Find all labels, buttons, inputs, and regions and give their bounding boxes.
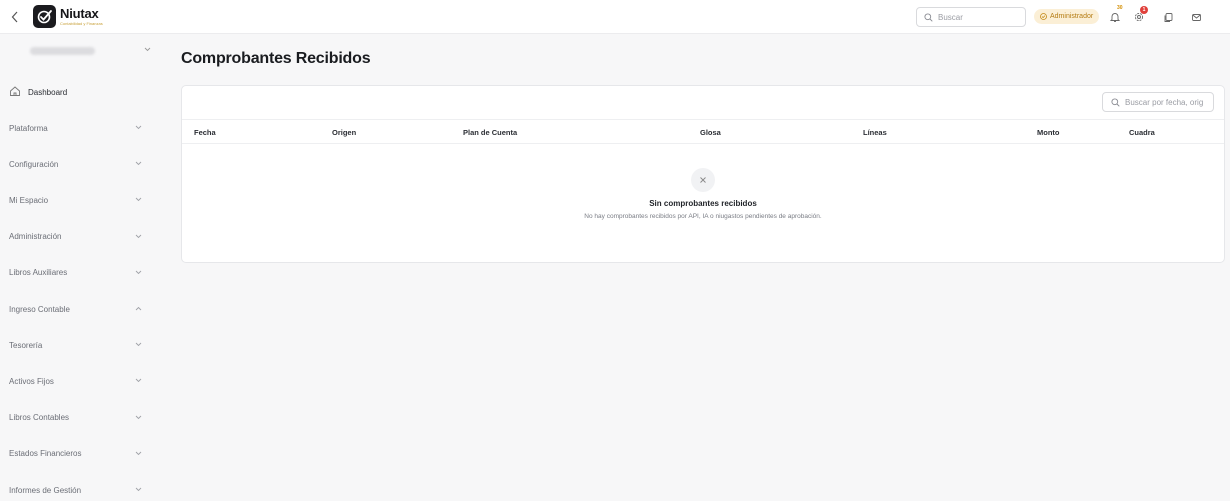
table-header: Fecha Origen Plan de Cuenta Glosa Líneas…: [182, 119, 1224, 144]
chevron-down-icon: [135, 198, 142, 202]
notifications-count: 30: [1117, 5, 1123, 11]
apps-button[interactable]: [1161, 10, 1175, 24]
column-header-monto[interactable]: Monto: [1037, 128, 1060, 137]
chevron-down-icon: [135, 125, 142, 130]
logo-mark-icon: [33, 5, 56, 28]
sidebar-item-ingreso-contable[interactable]: Ingreso Contable: [0, 297, 160, 321]
brand-name: Niutax: [60, 6, 99, 21]
empty-state-title: Sin comprobantes recibidos: [649, 199, 757, 208]
sidebar-item-label: Tesorería: [9, 340, 43, 350]
column-header-origen[interactable]: Origen: [332, 128, 356, 137]
sidebar-item-administracion[interactable]: Administración: [0, 225, 160, 249]
sidebar-item-label: Informes de Gestión: [9, 485, 82, 495]
sidebar-item-label: Libros Auxiliares: [9, 268, 68, 278]
sidebar-item-label: Configuración: [9, 159, 59, 169]
close-icon: [700, 177, 706, 183]
search-icon: [924, 12, 933, 22]
messages-button[interactable]: [1189, 10, 1203, 24]
back-button[interactable]: [8, 9, 22, 25]
search-icon: [1111, 97, 1120, 107]
page-title: Comprobantes Recibidos: [181, 50, 371, 67]
chevron-down-icon: [135, 234, 142, 238]
chevron-down-icon: [135, 161, 142, 166]
chevron-down-icon: [135, 379, 142, 383]
sidebar-item-estados-financieros[interactable]: Estados Financieros: [0, 442, 160, 466]
sidebar-item-informes-de-gestion[interactable]: Informes de Gestión: [0, 478, 160, 501]
table-search-input[interactable]: [1125, 97, 1205, 107]
sidebar-item-label: Libros Contables: [9, 413, 70, 423]
chevron-down-icon: [135, 270, 142, 274]
home-icon: [10, 86, 20, 96]
chevron-down-icon: [135, 487, 142, 492]
sidebar-item-label: Activos Fijos: [9, 376, 54, 386]
organization-selector[interactable]: [0, 34, 160, 68]
notifications-button[interactable]: 30: [1108, 6, 1123, 24]
sidebar: Dashboard Plataforma Configuración Mi Espa…: [0, 34, 160, 501]
sidebar-item-activos-fijos[interactable]: Activos Fijos: [0, 369, 160, 393]
brand-logo[interactable]: Niutax Contabilidad y Finanzas: [33, 5, 103, 28]
column-header-fecha[interactable]: Fecha: [194, 128, 216, 137]
top-bar: Niutax Contabilidad y Finanzas Administr…: [0, 0, 1230, 34]
settings-alert-count: 1: [1140, 6, 1148, 14]
sidebar-item-configuracion[interactable]: Configuración: [0, 152, 160, 176]
shield-check-icon: [1040, 13, 1047, 20]
sidebar-item-label: Plataforma: [9, 123, 48, 133]
copy-icon: [1164, 12, 1172, 22]
table-search[interactable]: [1102, 92, 1214, 112]
empty-state-description: No hay comprobantes recibidos por API, I…: [584, 213, 822, 220]
sidebar-item-plataforma[interactable]: Plataforma: [0, 116, 160, 140]
sidebar-item-label: Ingreso Contable: [9, 304, 70, 314]
column-header-plan-de-cuenta[interactable]: Plan de Cuenta: [463, 128, 517, 137]
sidebar-item-libros-contables[interactable]: Libros Contables: [0, 406, 160, 430]
sidebar-item-libros-auxiliares[interactable]: Libros Auxiliares: [0, 261, 160, 285]
chevron-up-icon: [135, 306, 142, 311]
column-header-glosa[interactable]: Glosa: [700, 128, 721, 137]
sidebar-item-label: Administración: [9, 232, 62, 242]
chevron-down-icon: [144, 47, 151, 52]
empty-state: Sin comprobantes recibidos No hay compro…: [182, 168, 1224, 222]
settings-alerts-button[interactable]: 1: [1132, 6, 1148, 24]
mail-icon: [1191, 13, 1201, 21]
global-search[interactable]: [916, 7, 1026, 27]
brand-tagline: Contabilidad y Finanzas: [60, 21, 103, 26]
global-search-input[interactable]: [938, 12, 1018, 22]
organization-name-redacted: [30, 47, 95, 55]
chevron-down-icon: [135, 342, 142, 347]
role-label: Administrador: [1050, 13, 1094, 20]
column-header-cuadra[interactable]: Cuadra: [1129, 128, 1155, 137]
sidebar-item-dashboard[interactable]: Dashboard: [0, 80, 160, 104]
chevron-left-icon: [11, 11, 18, 23]
column-header-lineas[interactable]: Líneas: [863, 128, 887, 137]
chevron-down-icon: [135, 451, 142, 455]
sidebar-item-label: Estados Financieros: [9, 449, 82, 459]
chevron-down-icon: [135, 415, 142, 419]
sidebar-item-label: Dashboard: [28, 87, 68, 97]
receipts-table-card: Fecha Origen Plan de Cuenta Glosa Líneas…: [181, 85, 1225, 263]
sidebar-item-tesoreria[interactable]: Tesorería: [0, 333, 160, 357]
empty-state-icon: [691, 168, 715, 192]
sidebar-item-mi-espacio[interactable]: Mi Espacio: [0, 188, 160, 212]
role-badge[interactable]: Administrador: [1034, 9, 1100, 24]
bell-icon: [1109, 13, 1121, 22]
sidebar-item-label: Mi Espacio: [9, 195, 49, 205]
